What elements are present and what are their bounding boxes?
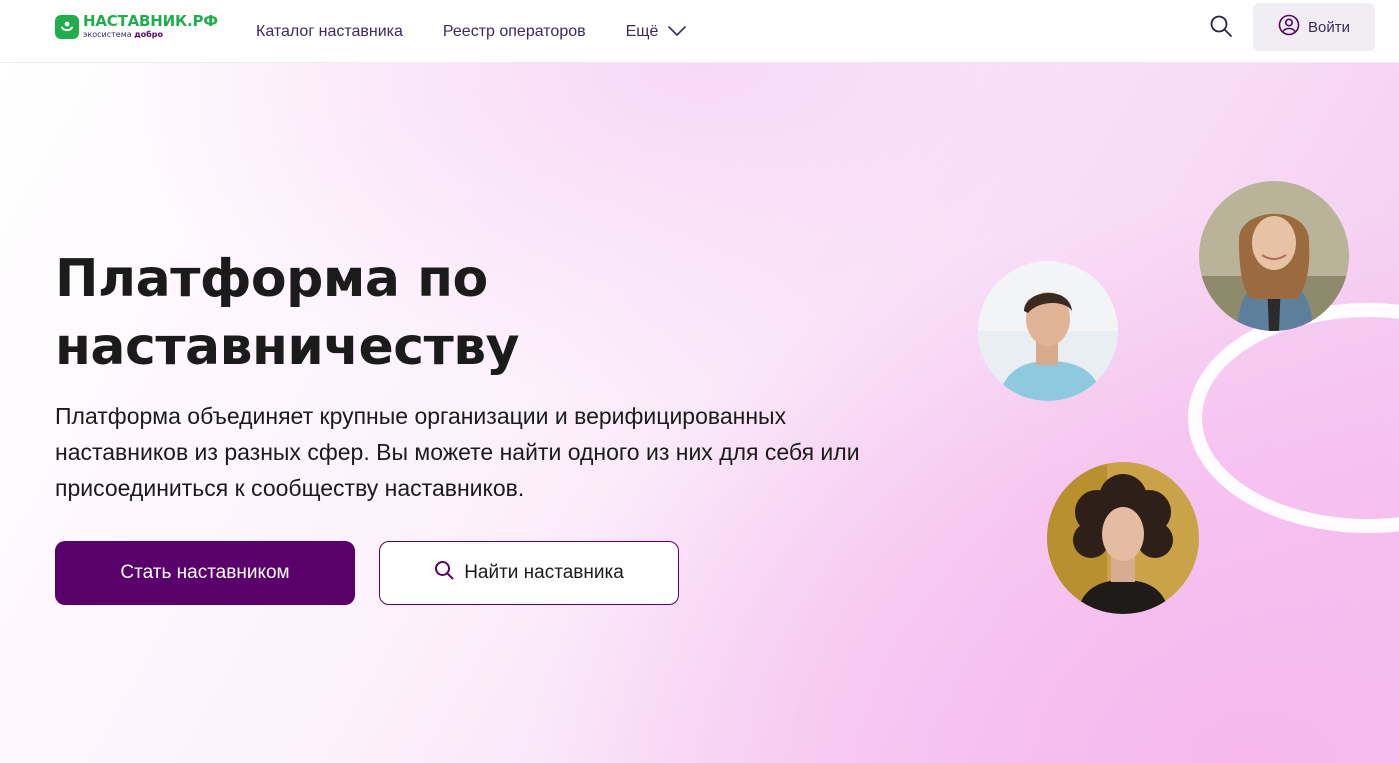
site-header: НАСТАВНИК.РФ экосистема добро Каталог на… (0, 0, 1399, 63)
login-label: Войти (1308, 18, 1350, 36)
mentor-avatar-woman-curly (1047, 462, 1199, 614)
nav-item-more[interactable]: Ещё (626, 23, 687, 41)
search-icon (434, 560, 454, 586)
mentor-avatar-woman-blonde (1199, 181, 1349, 331)
find-mentor-label: Найти наставника (464, 562, 624, 583)
mentor-avatar-man (978, 261, 1118, 401)
search-button[interactable] (1206, 13, 1236, 43)
nav-item-operators-registry[interactable]: Реестр операторов (443, 23, 586, 41)
chevron-down-icon (668, 23, 687, 41)
page-title-line2: наставничеству (55, 317, 520, 377)
login-button[interactable]: Войти (1253, 3, 1375, 51)
page-title: Платформа по наставничеству (55, 245, 755, 381)
decorative-ring (1188, 303, 1399, 533)
nav-item-catalog[interactable]: Каталог наставника (256, 23, 403, 41)
logo-sub-prefix: экосистема (83, 30, 132, 39)
become-mentor-button[interactable]: Стать наставником (55, 541, 355, 605)
nav-item-label: Каталог наставника (256, 22, 403, 40)
logo[interactable]: НАСТАВНИК.РФ экосистема добро (55, 14, 220, 44)
user-circle-icon (1278, 14, 1300, 40)
main-nav: Каталог наставника Реестр операторов Ещё (256, 0, 726, 63)
hero-description: Платформа объединяет крупные организации… (55, 403, 860, 501)
logo-subtitle: экосистема добро (83, 31, 218, 39)
find-mentor-button[interactable]: Найти наставника (379, 541, 679, 605)
logo-sub-brand: добро (134, 30, 163, 39)
nav-item-label: Ещё (625, 22, 659, 40)
logo-heart-icon (55, 15, 79, 39)
page-title-line1: Платформа по (55, 249, 488, 309)
logo-title: НАСТАВНИК.РФ (83, 12, 218, 30)
become-mentor-label: Стать наставником (120, 562, 290, 583)
search-icon (1209, 14, 1233, 42)
hero-section: Платформа по наставничеству Платформа об… (0, 63, 1399, 763)
nav-item-label: Реестр операторов (442, 22, 586, 40)
